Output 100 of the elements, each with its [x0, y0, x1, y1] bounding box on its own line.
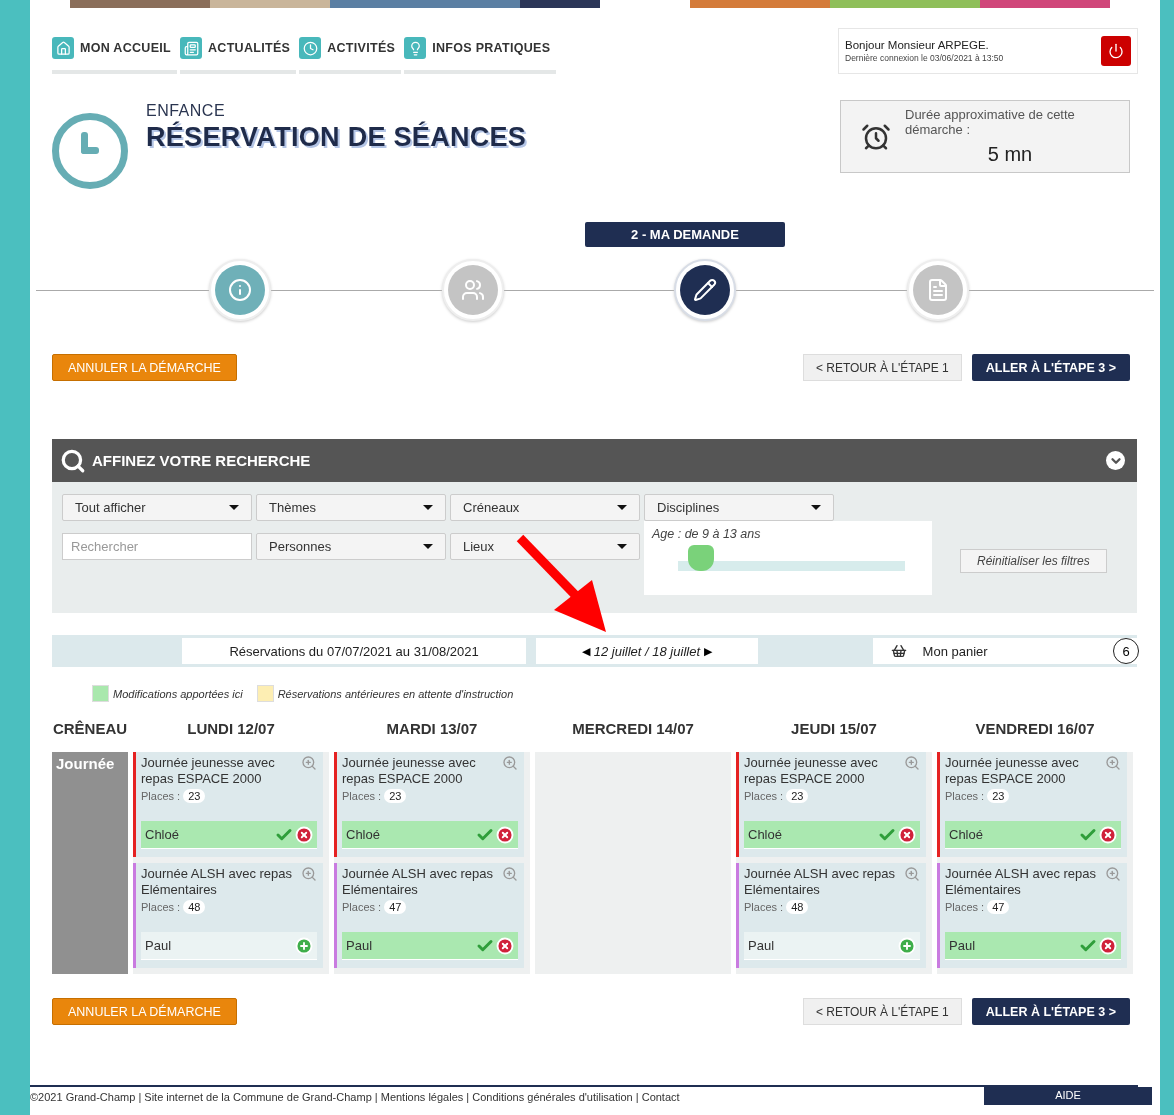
next-week-button[interactable]: ▶: [700, 644, 716, 658]
nav-link[interactable]: INFOS PRATIQUES: [404, 34, 557, 74]
nav-link[interactable]: ACTIVITÉS: [299, 34, 402, 74]
places-count: 48: [183, 900, 206, 914]
column-header: MERCREDI 14/07: [571, 720, 695, 739]
help-link[interactable]: AIDE: [984, 1087, 1152, 1105]
places-count: 23: [384, 789, 407, 803]
house-icon: [52, 37, 74, 59]
reservation-period: Réservations du 07/07/2021 au 31/08/2021: [182, 638, 527, 664]
nav-link[interactable]: ACTUALITÉS: [180, 34, 297, 74]
participant-name: Paul: [949, 938, 977, 953]
logout-button[interactable]: [1101, 36, 1131, 66]
places-count: 23: [786, 789, 809, 803]
search-field[interactable]: Rechercher: [62, 533, 252, 560]
places-count: 48: [786, 900, 809, 914]
category-label: ENFANCE: [146, 102, 227, 120]
remove-icon[interactable]: [496, 936, 514, 955]
places-label: Places :: [141, 790, 181, 802]
places-label: Places :: [744, 790, 784, 802]
places-label: Places :: [141, 901, 181, 913]
zoom-icon[interactable]: [904, 755, 920, 771]
participant-name: Chloé: [748, 827, 783, 842]
lightbulb-icon: [404, 37, 427, 59]
remove-icon[interactable]: [496, 825, 514, 844]
participant-name: Chloé: [346, 827, 381, 842]
back-button[interactable]: < RETOUR À L'ÉTAPE 1: [802, 998, 962, 1025]
basket-icon: [890, 643, 907, 659]
places-label: Places :: [744, 901, 784, 913]
filter-dropdown[interactable]: Personnes: [256, 533, 446, 560]
current-step-label: 2 - MA DEMANDE: [585, 222, 785, 247]
session-title: Journée jeunesse avec repas ESPACE 2000: [141, 755, 276, 787]
session-title: Journée ALSH avec repas Elémentaires: [744, 866, 897, 898]
step-indicator[interactable]: [674, 259, 737, 321]
session-title: Journée ALSH avec repas Elémentaires: [141, 866, 294, 898]
alarm-clock-icon: [861, 121, 891, 152]
filter-dropdown[interactable]: Lieux: [450, 533, 640, 560]
filter-dropdown[interactable]: Disciplines: [644, 494, 834, 521]
duration-label: Durée approximative de cette démarche :: [905, 107, 1076, 137]
session-title: Journée ALSH avec repas Elémentaires: [342, 866, 495, 898]
participant-name: Chloé: [145, 827, 180, 842]
reset-filters-button[interactable]: Réinitialiser les filtres: [960, 548, 1107, 573]
duration-value: 5 mn: [986, 143, 1034, 166]
places-count: 47: [384, 900, 407, 914]
info-icon: [228, 278, 253, 302]
session-title: Journée jeunesse avec repas ESPACE 2000: [342, 755, 477, 787]
week-label: 12 juillet / 18 juillet: [593, 643, 700, 659]
page-title: RÉSERVATION DE SÉANCES: [146, 122, 527, 153]
clock-icon: [299, 37, 322, 59]
places-count: 47: [987, 900, 1010, 914]
zoom-icon[interactable]: [904, 866, 920, 882]
session-title: Journée ALSH avec repas Elémentaires: [945, 866, 1098, 898]
column-header: JEUDI 15/07: [790, 720, 878, 739]
collapse-toggle[interactable]: [1106, 451, 1125, 470]
nav-link[interactable]: MON ACCUEIL: [52, 34, 178, 74]
back-button[interactable]: < RETOUR À L'ÉTAPE 1: [802, 354, 962, 381]
newspaper-icon: [180, 37, 203, 59]
footer-links[interactable]: ©2021 Grand-Champ | Site internet de la Commune de Grand-Champ | Mentions légales | Conditions générales d'utilisation | Contact: [30, 1087, 680, 1105]
pencil-icon: [693, 278, 718, 302]
zoom-icon[interactable]: [502, 866, 518, 882]
power-icon: [1108, 43, 1124, 59]
filter-dropdown[interactable]: Créneaux: [450, 494, 640, 521]
column-header: LUNDI 12/07: [186, 720, 276, 739]
places-count: 23: [183, 789, 206, 803]
remove-icon[interactable]: [1099, 936, 1117, 955]
greeting-text: Bonjour Monsieur ARPEGE.: [845, 39, 990, 51]
column-header: VENDREDI 16/07: [974, 720, 1096, 739]
next-button[interactable]: ALLER À L'ÉTAPE 3 >: [971, 354, 1130, 381]
zoom-icon[interactable]: [1105, 755, 1121, 771]
slot-label: Journée: [52, 752, 128, 974]
zoom-icon[interactable]: [1105, 866, 1121, 882]
next-button[interactable]: ALLER À L'ÉTAPE 3 >: [971, 998, 1130, 1025]
column-header: MARDI 13/07: [385, 720, 479, 739]
filter-dropdown[interactable]: Thèmes: [256, 494, 446, 521]
participant-name: Chloé: [949, 827, 984, 842]
filter-dropdown[interactable]: Tout afficher: [62, 494, 252, 521]
places-label: Places :: [342, 790, 382, 802]
legend-label: Réservations antérieures en attente d'instruction: [277, 687, 514, 700]
remove-icon[interactable]: [295, 825, 313, 844]
previous-week-button[interactable]: ◀: [577, 644, 594, 658]
places-count: 23: [987, 789, 1010, 803]
add-icon[interactable]: [295, 936, 313, 955]
places-label: Places :: [945, 901, 985, 913]
participant-name: Paul: [145, 938, 173, 953]
session-title: Journée jeunesse avec repas ESPACE 2000: [744, 755, 879, 787]
participant-name: Paul: [748, 938, 776, 953]
places-label: Places :: [342, 901, 382, 913]
places-label: Places :: [945, 790, 985, 802]
zoom-icon[interactable]: [502, 755, 518, 771]
add-icon[interactable]: [898, 936, 916, 955]
search-icon: [60, 447, 86, 474]
remove-icon[interactable]: [898, 825, 916, 844]
zoom-icon[interactable]: [301, 755, 317, 771]
filter-title: AFFINEZ VOTRE RECHERCHE: [92, 452, 312, 469]
session-title: Journée jeunesse avec repas ESPACE 2000: [945, 755, 1080, 787]
participant-name: Paul: [346, 938, 374, 953]
age-label: Age : de 9 à 13 ans: [652, 527, 762, 541]
remove-icon[interactable]: [1099, 825, 1117, 844]
people-icon: [460, 278, 485, 302]
zoom-icon[interactable]: [301, 866, 317, 882]
legend-label: Modifications apportées ici: [113, 687, 243, 700]
